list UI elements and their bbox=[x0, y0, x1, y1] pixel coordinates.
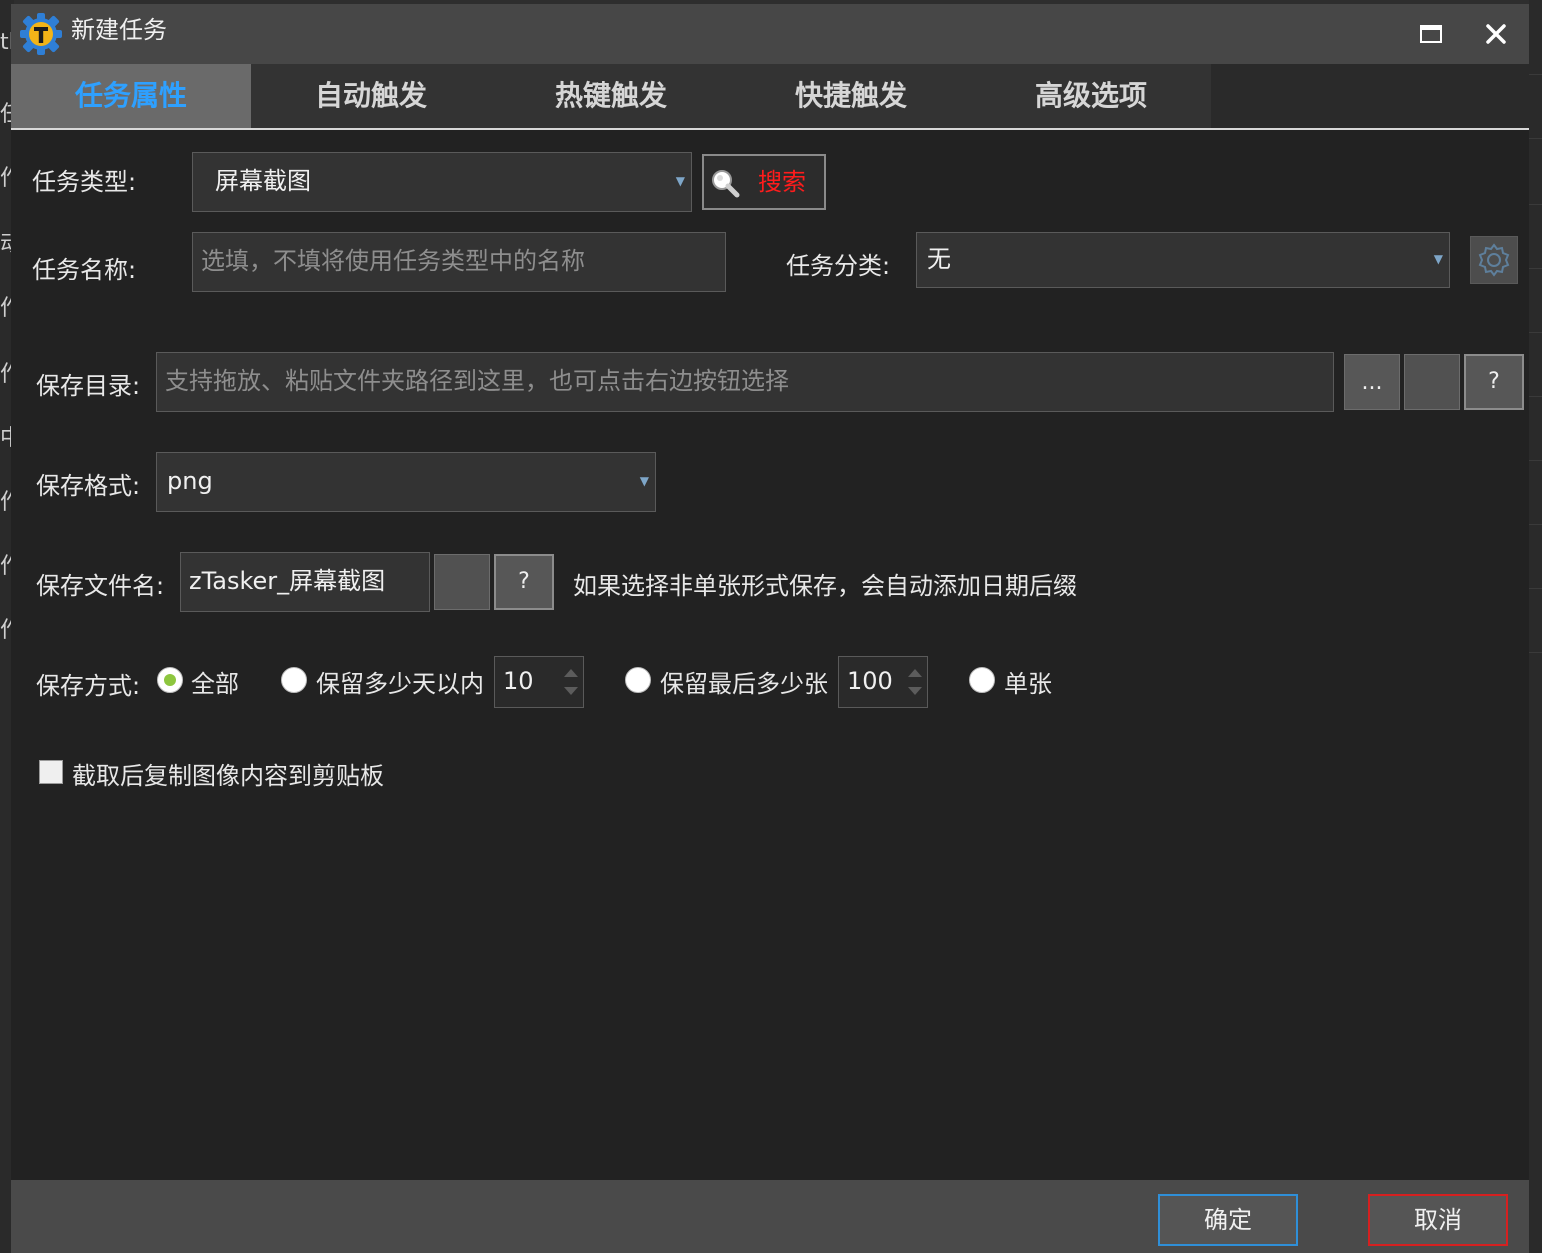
background-app-right-edge bbox=[1529, 0, 1542, 1253]
radio-single[interactable] bbox=[969, 667, 995, 693]
task-name-input[interactable]: 选填，不填将使用任务类型中的名称 bbox=[192, 232, 726, 292]
save-format-label: 保存格式: bbox=[36, 472, 141, 500]
save-filename-hint: 如果选择非单张形式保存，会自动添加日期后缀 bbox=[573, 572, 1077, 600]
save-format-value: png bbox=[167, 467, 213, 495]
spinner-arrows-icon bbox=[564, 669, 578, 695]
screen: tl 任 作 动 作 作 中 作 作 作 新建任务 任务属性 自动触发 热键触发… bbox=[0, 0, 1542, 1253]
background-divider bbox=[1529, 74, 1542, 75]
save-filename-label: 保存文件名: bbox=[36, 572, 165, 600]
keep-last-stepper[interactable]: 100 bbox=[838, 656, 928, 708]
keep-last-value: 100 bbox=[847, 667, 893, 695]
radio-single-label: 单张 bbox=[1004, 670, 1052, 698]
radio-keep-last-label: 保留最后多少张 bbox=[660, 670, 828, 698]
search-button[interactable]: 搜索 bbox=[702, 154, 826, 210]
dialog-footer: 确定 取消 bbox=[11, 1180, 1529, 1253]
tab-task-properties[interactable]: 任务属性 bbox=[11, 64, 251, 128]
close-icon bbox=[1486, 24, 1506, 44]
background-divider bbox=[1529, 332, 1542, 333]
dropdown-arrow-icon: ▼ bbox=[639, 474, 649, 488]
close-button[interactable] bbox=[1476, 14, 1516, 54]
save-format-select[interactable]: png ▼ bbox=[156, 452, 656, 512]
background-divider bbox=[1529, 138, 1542, 139]
window-title: 新建任务 bbox=[71, 16, 167, 44]
maximize-icon bbox=[1420, 25, 1442, 43]
background-divider bbox=[1529, 268, 1542, 269]
radio-keep-days-label: 保留多少天以内 bbox=[316, 670, 484, 698]
task-category-label: 任务分类: bbox=[786, 252, 891, 280]
radio-save-all-label: 全部 bbox=[191, 670, 239, 698]
category-settings-button[interactable] bbox=[1470, 236, 1518, 284]
tab-advanced-options[interactable]: 高级选项 bbox=[971, 64, 1211, 128]
ok-button[interactable]: 确定 bbox=[1158, 1194, 1298, 1246]
keep-days-value: 10 bbox=[503, 667, 534, 695]
task-category-value: 无 bbox=[927, 245, 951, 273]
save-dir-label: 保存目录: bbox=[36, 372, 141, 400]
task-type-label: 任务类型: bbox=[32, 168, 137, 196]
tab-bar: 任务属性 自动触发 热键触发 快捷触发 高级选项 bbox=[11, 64, 1529, 130]
dropdown-arrow-icon: ▼ bbox=[1433, 252, 1443, 266]
background-divider bbox=[1529, 524, 1542, 525]
cancel-button[interactable]: 取消 bbox=[1368, 1194, 1508, 1246]
background-divider bbox=[1529, 204, 1542, 205]
search-label: 搜索 bbox=[758, 168, 806, 196]
filename-insert-button[interactable] bbox=[434, 554, 490, 610]
copy-clipboard-label: 截取后复制图像内容到剪贴板 bbox=[72, 762, 384, 790]
radio-save-all[interactable] bbox=[157, 667, 183, 693]
spinner-arrows-icon bbox=[908, 669, 922, 695]
save-filename-input[interactable]: zTasker_屏幕截图 bbox=[180, 552, 430, 612]
task-category-select[interactable]: 无 ▼ bbox=[916, 232, 1450, 288]
tab-quick-trigger[interactable]: 快捷触发 bbox=[731, 64, 971, 128]
gear-icon bbox=[1478, 243, 1510, 277]
background-divider bbox=[1529, 588, 1542, 589]
task-type-value: 屏幕截图 bbox=[215, 167, 311, 195]
copy-clipboard-checkbox[interactable] bbox=[39, 760, 63, 784]
search-icon bbox=[712, 170, 740, 198]
new-task-dialog: 新建任务 任务属性 自动触发 热键触发 快捷触发 高级选项 任务类型: 屏幕截图… bbox=[11, 4, 1529, 1253]
dropdown-arrow-icon: ▼ bbox=[675, 174, 685, 188]
tab-hotkey-trigger[interactable]: 热键触发 bbox=[491, 64, 731, 128]
background-divider bbox=[1529, 652, 1542, 653]
maximize-button[interactable] bbox=[1411, 14, 1451, 54]
save-mode-label: 保存方式: bbox=[36, 672, 141, 700]
app-logo-icon bbox=[20, 13, 62, 55]
save-filename-help-button[interactable]: ? bbox=[494, 554, 554, 610]
radio-keep-last[interactable] bbox=[625, 667, 651, 693]
background-divider bbox=[1529, 396, 1542, 397]
background-divider bbox=[1529, 460, 1542, 461]
browse-folder-button[interactable]: ... bbox=[1344, 354, 1400, 410]
save-dir-input[interactable]: 支持拖放、粘贴文件夹路径到这里，也可点击右边按钮选择 bbox=[156, 352, 1334, 412]
task-name-label: 任务名称: bbox=[32, 256, 137, 284]
tab-auto-trigger[interactable]: 自动触发 bbox=[251, 64, 491, 128]
open-folder-button[interactable] bbox=[1404, 354, 1460, 410]
radio-keep-days[interactable] bbox=[281, 667, 307, 693]
title-bar[interactable]: 新建任务 bbox=[11, 4, 1529, 64]
task-type-select[interactable]: 屏幕截图 ▼ bbox=[192, 152, 692, 212]
keep-days-stepper[interactable]: 10 bbox=[494, 656, 584, 708]
save-dir-help-button[interactable]: ? bbox=[1464, 354, 1524, 410]
